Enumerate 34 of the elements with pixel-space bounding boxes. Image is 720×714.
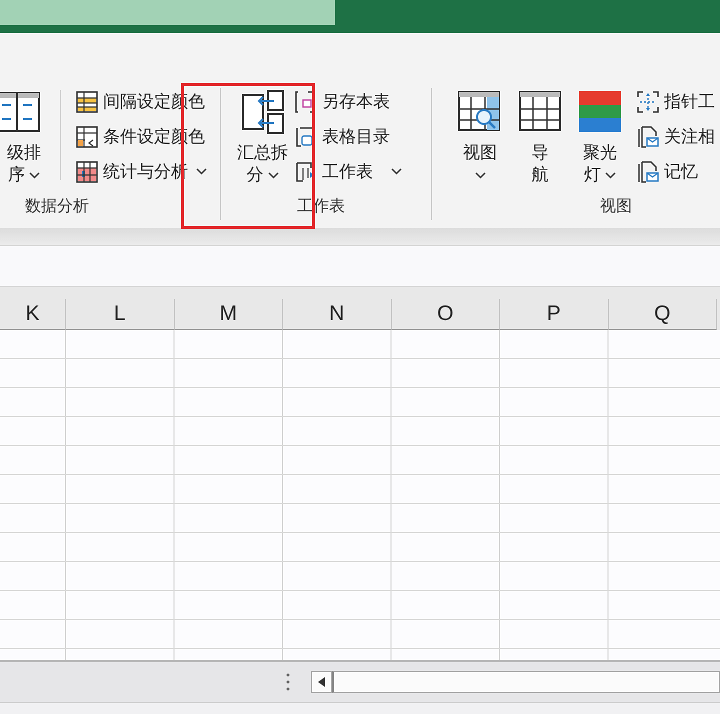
document-mail-icon [636, 160, 660, 184]
ribbon-button[interactable]: 工作表 [294, 154, 402, 189]
ribbon-button[interactable]: 指针工 [636, 84, 715, 119]
ribbon-button[interactable]: 级排 序 [0, 84, 48, 186]
grid-icon [75, 160, 99, 184]
horizontal-scrollbar[interactable] [332, 671, 720, 693]
ribbon-button[interactable]: 视图 [456, 84, 504, 186]
group-label: 工作表 [296, 196, 346, 216]
ribbon-button[interactable]: 表格目录 [294, 119, 402, 154]
chevron-down-icon [605, 172, 616, 178]
ribbon-button[interactable]: 另存本表 [294, 84, 402, 119]
expand-arrows-icon [636, 90, 660, 114]
ribbon-button[interactable]: 记忆 [636, 154, 715, 189]
group-label: 视图 [599, 196, 633, 216]
grid-icon [75, 124, 99, 148]
chevron-down-icon [29, 172, 40, 178]
splitter-handle-icon[interactable] [286, 673, 290, 691]
cell-grid[interactable] [0, 330, 720, 660]
chevron-down-icon [196, 168, 207, 175]
chevron-down-icon [391, 168, 402, 175]
ribbon-button[interactable]: 聚光 灯 [576, 84, 624, 186]
ribbon-button[interactable]: 汇总拆 分 [237, 84, 288, 186]
merge-arrows-icon [240, 89, 286, 135]
chevron-down-icon [474, 172, 486, 178]
color-stripes-icon [577, 89, 623, 135]
formula-bar[interactable] [0, 245, 720, 287]
ribbon-button[interactable]: 关注相 [636, 119, 715, 154]
scroll-left-button[interactable] [311, 671, 332, 693]
caret-left-icon [318, 677, 325, 687]
document-mail-icon [636, 124, 660, 148]
chevron-down-icon [268, 172, 278, 178]
grid-icon [75, 90, 99, 114]
ribbon-button[interactable]: 导 航 [516, 84, 564, 186]
group-label: 数据分析 [24, 196, 90, 216]
